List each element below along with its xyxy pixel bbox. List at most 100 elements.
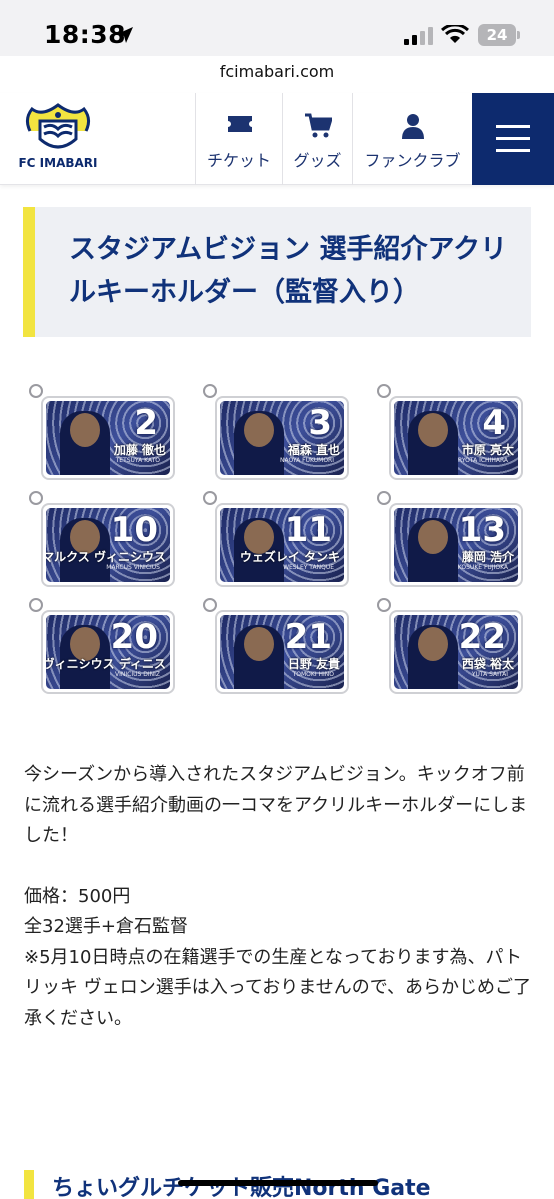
keyholder-item: 3 福森 直也 NAOYA FUKUMORI bbox=[203, 384, 351, 480]
keyholder-item: 2 加藤 徹也 TETSUYA KATO bbox=[29, 384, 177, 480]
player-face bbox=[418, 627, 448, 661]
note-text: ※5月10日時点の在籍選手での生産となっております為、パトリッキ ヴェロン選手は… bbox=[24, 946, 532, 1029]
ticket-button[interactable]: チケット bbox=[195, 93, 282, 185]
player-face bbox=[244, 413, 274, 447]
player-image: 20 ヴィニシウス ディニス VINICIUS DINIZ bbox=[46, 615, 170, 689]
player-face bbox=[418, 413, 448, 447]
player-number: 2 bbox=[134, 403, 158, 443]
keyholder-card: 2 加藤 徹也 TETSUYA KATO bbox=[41, 396, 175, 480]
player-number: 4 bbox=[482, 403, 506, 443]
player-image: 2 加藤 徹也 TETSUYA KATO bbox=[46, 401, 170, 475]
keyholder-item: 22 西袋 裕太 YUTA SAITAI bbox=[377, 598, 525, 694]
player-image: 3 福森 直也 NAOYA FUKUMORI bbox=[220, 401, 344, 475]
hamburger-icon-bar bbox=[496, 125, 530, 128]
player-number: 20 bbox=[110, 617, 158, 657]
player-name: 福森 直也 bbox=[287, 443, 340, 457]
player-number: 21 bbox=[284, 617, 332, 657]
keyholder-card: 11 ウェズレイ タンキ WESLEY TANQUE bbox=[215, 503, 349, 587]
home-indicator[interactable] bbox=[178, 1180, 378, 1186]
player-name-en: YUTA SAITAI bbox=[471, 671, 508, 678]
goods-label: グッズ bbox=[293, 151, 342, 170]
keyholder-item: 13 藤岡 浩介 KOSUKE FUJIOKA bbox=[377, 491, 525, 587]
keyholder-card: 13 藤岡 浩介 KOSUKE FUJIOKA bbox=[389, 503, 523, 587]
player-name: マルクス ヴィニシウス bbox=[46, 550, 166, 564]
keyholder-item: 4 市原 亮太 RYOTA ICHIHARA bbox=[377, 384, 525, 480]
logo-text: FC IMABARI bbox=[18, 156, 98, 170]
player-number: 10 bbox=[110, 510, 158, 550]
article-description: 今シーズンから導入されたスタジアムビジョン。キックオフ前に流れる選手紹介動画の一… bbox=[24, 760, 534, 1034]
player-number: 13 bbox=[458, 510, 506, 550]
fanclub-label: ファンクラブ bbox=[364, 151, 461, 170]
keyring-icon bbox=[377, 598, 391, 612]
keyholder-card: 4 市原 亮太 RYOTA ICHIHARA bbox=[389, 396, 523, 480]
player-image: 13 藤岡 浩介 KOSUKE FUJIOKA bbox=[394, 508, 518, 582]
keyring-icon bbox=[377, 491, 391, 505]
player-name: ウェズレイ タンキ bbox=[239, 550, 340, 564]
status-bar: 18:38 24 fcimabari.com bbox=[0, 0, 554, 81]
player-image: 10 マルクス ヴィニシウス MARCUS VINICIUS bbox=[46, 508, 170, 582]
address-bar-url[interactable]: fcimabari.com bbox=[0, 62, 554, 81]
hamburger-icon-bar bbox=[496, 149, 530, 152]
keyholder-card: 22 西袋 裕太 YUTA SAITAI bbox=[389, 610, 523, 694]
keyring-icon bbox=[203, 598, 217, 612]
keyholder-card: 20 ヴィニシウス ディニス VINICIUS DINIZ bbox=[41, 610, 175, 694]
ticket-icon bbox=[228, 116, 252, 132]
wifi-icon bbox=[441, 25, 469, 43]
player-image: 4 市原 亮太 RYOTA ICHIHARA bbox=[394, 401, 518, 475]
article-title: スタジアムビジョン 選手紹介アクリルキーホルダー（監督入り） bbox=[69, 234, 508, 308]
keyring-icon bbox=[203, 384, 217, 398]
price-text: 価格：500円 bbox=[24, 885, 131, 907]
ticket-label: チケット bbox=[206, 151, 271, 170]
player-name-en: MARCUS VINICIUS bbox=[106, 564, 160, 571]
keyring-icon bbox=[29, 491, 43, 505]
player-image: 21 日野 友貴 TOMOKI HINO bbox=[220, 615, 344, 689]
battery-indicator: 24 bbox=[478, 24, 516, 46]
status-time: 18:38 bbox=[44, 20, 127, 49]
player-name-en: RYOTA ICHIHARA bbox=[458, 457, 508, 464]
player-name: 西袋 裕太 bbox=[461, 657, 514, 671]
keyholder-card: 10 マルクス ヴィニシウス MARCUS VINICIUS bbox=[41, 503, 175, 587]
player-name: ヴィニシウス ディニス bbox=[46, 657, 166, 671]
keyholder-item: 10 マルクス ヴィニシウス MARCUS VINICIUS bbox=[29, 491, 177, 587]
hamburger-menu-button[interactable] bbox=[472, 93, 554, 185]
goods-button[interactable]: グッズ bbox=[282, 93, 352, 185]
player-number: 11 bbox=[284, 510, 332, 550]
keyholder-item: 21 日野 友貴 TOMOKI HINO bbox=[203, 598, 351, 694]
player-name: 加藤 徹也 bbox=[113, 443, 166, 457]
keyring-icon bbox=[377, 384, 391, 398]
keyholder-card: 3 福森 直也 NAOYA FUKUMORI bbox=[215, 396, 349, 480]
player-name-en: TOMOKI HINO bbox=[292, 671, 334, 678]
player-name-en: WESLEY TANQUE bbox=[283, 564, 334, 571]
player-name-en: KOSUKE FUJIOKA bbox=[457, 564, 508, 571]
club-crest-icon bbox=[25, 103, 91, 149]
player-number: 22 bbox=[458, 617, 506, 657]
player-name-en: VINICIUS DINIZ bbox=[115, 671, 160, 678]
player-name: 藤岡 浩介 bbox=[461, 550, 514, 564]
player-number: 3 bbox=[308, 403, 332, 443]
player-name: 市原 亮太 bbox=[461, 443, 514, 457]
player-name-en: NAOYA FUKUMORI bbox=[280, 457, 334, 464]
fanclub-button[interactable]: ファンクラブ bbox=[352, 93, 472, 185]
keyring-icon bbox=[203, 491, 217, 505]
player-name-en: TETSUYA KATO bbox=[115, 457, 160, 464]
lineup-text: 全32選手+倉石監督 bbox=[24, 916, 188, 937]
keyring-icon bbox=[29, 598, 43, 612]
person-icon bbox=[402, 114, 424, 139]
player-face bbox=[244, 627, 274, 661]
article-title-box: スタジアムビジョン 選手紹介アクリルキーホルダー（監督入り） bbox=[23, 207, 531, 337]
player-image: 11 ウェズレイ タンキ WESLEY TANQUE bbox=[220, 508, 344, 582]
site-header: FC IMABARI チケット グッズ ファンクラブ bbox=[0, 93, 554, 185]
keyring-icon bbox=[29, 384, 43, 398]
keyholder-item: 11 ウェズレイ タンキ WESLEY TANQUE bbox=[203, 491, 351, 587]
player-face bbox=[418, 520, 448, 554]
cellular-signal-icon bbox=[404, 27, 433, 45]
player-image: 22 西袋 裕太 YUTA SAITAI bbox=[394, 615, 518, 689]
location-arrow-icon bbox=[117, 27, 133, 43]
keyholder-card: 21 日野 友貴 TOMOKI HINO bbox=[215, 610, 349, 694]
intro-paragraph: 今シーズンから導入されたスタジアムビジョン。キックオフ前に流れる選手紹介動画の一… bbox=[24, 764, 528, 846]
hamburger-icon-bar bbox=[496, 137, 530, 140]
player-name: 日野 友貴 bbox=[287, 657, 340, 671]
player-face bbox=[70, 413, 100, 447]
keyholder-item: 20 ヴィニシウス ディニス VINICIUS DINIZ bbox=[29, 598, 177, 694]
cart-icon bbox=[305, 113, 332, 138]
